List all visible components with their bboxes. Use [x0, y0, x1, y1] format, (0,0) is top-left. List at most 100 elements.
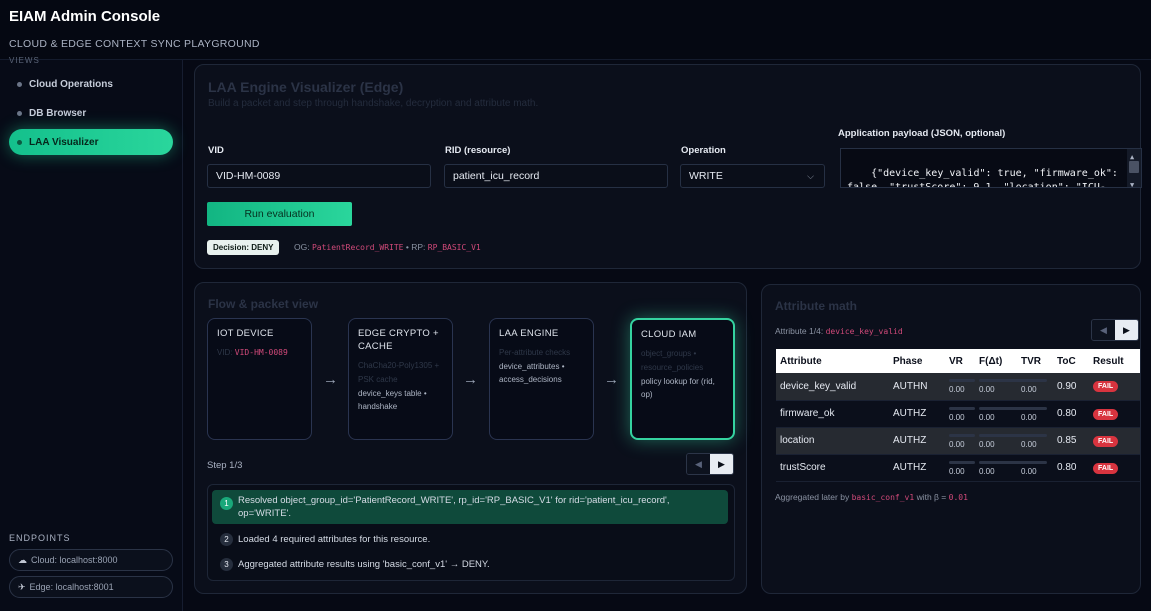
step-number: 3 [220, 558, 233, 571]
stage-text: device_attributes • access_decisions [499, 362, 565, 384]
nav-laa-visualizer[interactable]: LAA Visualizer [9, 129, 173, 155]
aggregation-note: Aggregated later by basic_conf_v1 with β… [775, 492, 968, 502]
value-bar [979, 406, 1027, 410]
cell-phase: AUTHZ [889, 454, 945, 482]
value-bar [949, 460, 975, 464]
nav-dot-icon [17, 139, 22, 145]
fail-badge: FAIL [1093, 462, 1119, 474]
fail-badge: FAIL [1093, 381, 1119, 393]
step-text: Resolved object_group_id='PatientRecord_… [238, 495, 670, 519]
cell-vr: 0.00 [945, 400, 975, 428]
arrow-right-icon: → [604, 371, 619, 388]
step-text: Loaded 4 required attributes for this re… [238, 534, 431, 545]
operation-select[interactable]: WRITE ⌵ [680, 164, 825, 188]
next-attribute-button[interactable]: ▶ [1115, 320, 1138, 340]
vid-label: VID [208, 145, 224, 156]
table-row[interactable]: location AUTHZ 0.00 0.00 0.00 0.85 FAIL [776, 427, 1140, 455]
step-number: 2 [220, 533, 233, 546]
cell-f: 0.00 [975, 427, 1027, 455]
prev-attribute-button[interactable]: ◀ [1092, 320, 1115, 340]
payload-textarea[interactable]: {"device_key_valid": true, "firmware_ok"… [840, 148, 1142, 188]
fail-badge: FAIL [1093, 408, 1119, 420]
views-label: VIEWS [9, 56, 40, 65]
operation-value: WRITE [689, 170, 723, 182]
nav-label: Cloud Operations [29, 78, 113, 90]
chevron-down-icon: ⌵ [807, 171, 814, 181]
endpoint-cloud[interactable]: ☁ Cloud: localhost:8000 [9, 549, 173, 571]
cell-phase: AUTHZ [889, 427, 945, 455]
table-header-row: Attribute Phase VR F(Δt) TVR ToC Result [776, 349, 1140, 373]
stage-vid: VID-HM-0089 [234, 348, 288, 357]
cell-tvr: 0.00 [1017, 373, 1053, 401]
attribute-pager: ◀ ▶ [1091, 319, 1139, 341]
vid-input[interactable]: VID-HM-0089 [207, 164, 431, 188]
col-tvr: TVR [1017, 349, 1053, 373]
table-row[interactable]: device_key_valid AUTHN 0.00 0.00 0.00 0.90 FAI… [776, 373, 1140, 401]
next-step-button[interactable]: ▶ [710, 454, 733, 474]
math-title: Attribute math [775, 299, 857, 313]
col-result: Result [1089, 349, 1140, 373]
steps-list: 1 Resolved object_group_id='PatientRecor… [207, 484, 735, 581]
cell-result: FAIL [1089, 427, 1140, 455]
col-f: F(Δt) [975, 349, 1017, 373]
counter-attribute: device_key_valid [825, 327, 903, 336]
payload-value: {"device_key_valid": true, "firmware_ok"… [847, 168, 1124, 188]
step-item[interactable]: 2 Loaded 4 required attributes for this … [212, 533, 728, 546]
rid-input[interactable]: patient_icu_record [444, 164, 668, 188]
cell-result: FAIL [1089, 400, 1140, 428]
step-text: Aggregated attribute results using 'basi… [238, 559, 490, 570]
value-bar [1021, 460, 1047, 464]
engine-title: LAA Engine Visualizer (Edge) [208, 79, 404, 95]
step-item[interactable]: 1 Resolved object_group_id='PatientRecor… [212, 490, 728, 524]
nav-cloud-operations[interactable]: Cloud Operations [9, 71, 173, 97]
cell-f: 0.00 [975, 373, 1027, 401]
step-pager: ◀ ▶ [686, 453, 734, 475]
stage-edge-crypto[interactable]: EDGE CRYPTO + CACHE ChaCha20-Poly1305 + … [348, 318, 453, 440]
scroll-down-icon[interactable]: ▼ [1130, 178, 1134, 187]
cell-attribute: firmware_ok [776, 400, 889, 428]
og-rp-line: OG: PatientRecord_WRITE • RP: RP_BASIC_V… [294, 242, 481, 252]
payload-scrollbar[interactable]: ▲ ▼ [1127, 149, 1141, 187]
arrow-right-icon: → [323, 371, 338, 388]
run-evaluation-button[interactable]: Run evaluation [207, 202, 352, 226]
table-row[interactable]: firmware_ok AUTHZ 0.00 0.00 0.00 0.80 FAIL [776, 400, 1140, 428]
col-attribute: Attribute [776, 349, 889, 373]
app-subtitle: CLOUD & EDGE CONTEXT SYNC PLAYGROUND [9, 38, 260, 50]
engine-panel: LAA Engine Visualizer (Edge) Build a pac… [194, 64, 1142, 269]
nav-dot-icon [17, 81, 22, 87]
agg-prefix: Aggregated later by [775, 492, 850, 502]
cell-toc: 0.80 [1053, 400, 1089, 428]
nav-db-browser[interactable]: DB Browser [9, 100, 173, 126]
stage-cloud-iam[interactable]: CLOUD IAM object_groups • resource_polic… [630, 318, 735, 440]
value-bar [979, 379, 1027, 383]
value-bar [949, 379, 975, 383]
cell-attribute: location [776, 427, 889, 455]
table-row[interactable]: trustScore AUTHZ 0.00 0.00 0.00 0.80 FAIL [776, 454, 1140, 482]
stage-laa-engine[interactable]: LAA ENGINE Per-attribute checks device_a… [489, 318, 594, 440]
endpoint-edge[interactable]: ✈ Edge: localhost:8001 [9, 576, 173, 598]
prev-step-button[interactable]: ◀ [687, 454, 710, 474]
nav-label: LAA Visualizer [29, 136, 99, 148]
tvr-value: 0.00 [1021, 466, 1037, 476]
engine-subtitle: Build a packet and step through handshak… [208, 98, 539, 109]
value-bar [1021, 379, 1047, 383]
stage-detail: VID: VID-HM-0089 [217, 346, 302, 360]
rp-value: RP_BASIC_V1 [427, 243, 481, 252]
vr-value: 0.00 [949, 439, 965, 449]
rid-value: patient_icu_record [453, 170, 540, 182]
vr-value: 0.00 [949, 466, 965, 476]
og-value: PatientRecord_WRITE [311, 243, 404, 252]
top-bar: EIAM Admin Console CLOUD & EDGE CONTEXT … [0, 0, 1151, 60]
cell-attribute: trustScore [776, 454, 889, 482]
rid-label: RID (resource) [445, 145, 511, 156]
scroll-thumb[interactable] [1129, 161, 1139, 173]
counter-prefix: Attribute 1/4: [775, 326, 824, 336]
endpoints-label: ENDPOINTS [9, 533, 71, 543]
flow-panel: Flow & packet view IOT DEVICE VID: VID-H… [194, 282, 747, 594]
flow-title: Flow & packet view [208, 297, 319, 311]
stage-title: IOT DEVICE [217, 328, 274, 339]
col-toc: ToC [1053, 349, 1089, 373]
step-item[interactable]: 3 Aggregated attribute results using 'ba… [212, 558, 728, 571]
stage-iot-device[interactable]: IOT DEVICE VID: VID-HM-0089 [207, 318, 312, 440]
cell-vr: 0.00 [945, 373, 975, 401]
